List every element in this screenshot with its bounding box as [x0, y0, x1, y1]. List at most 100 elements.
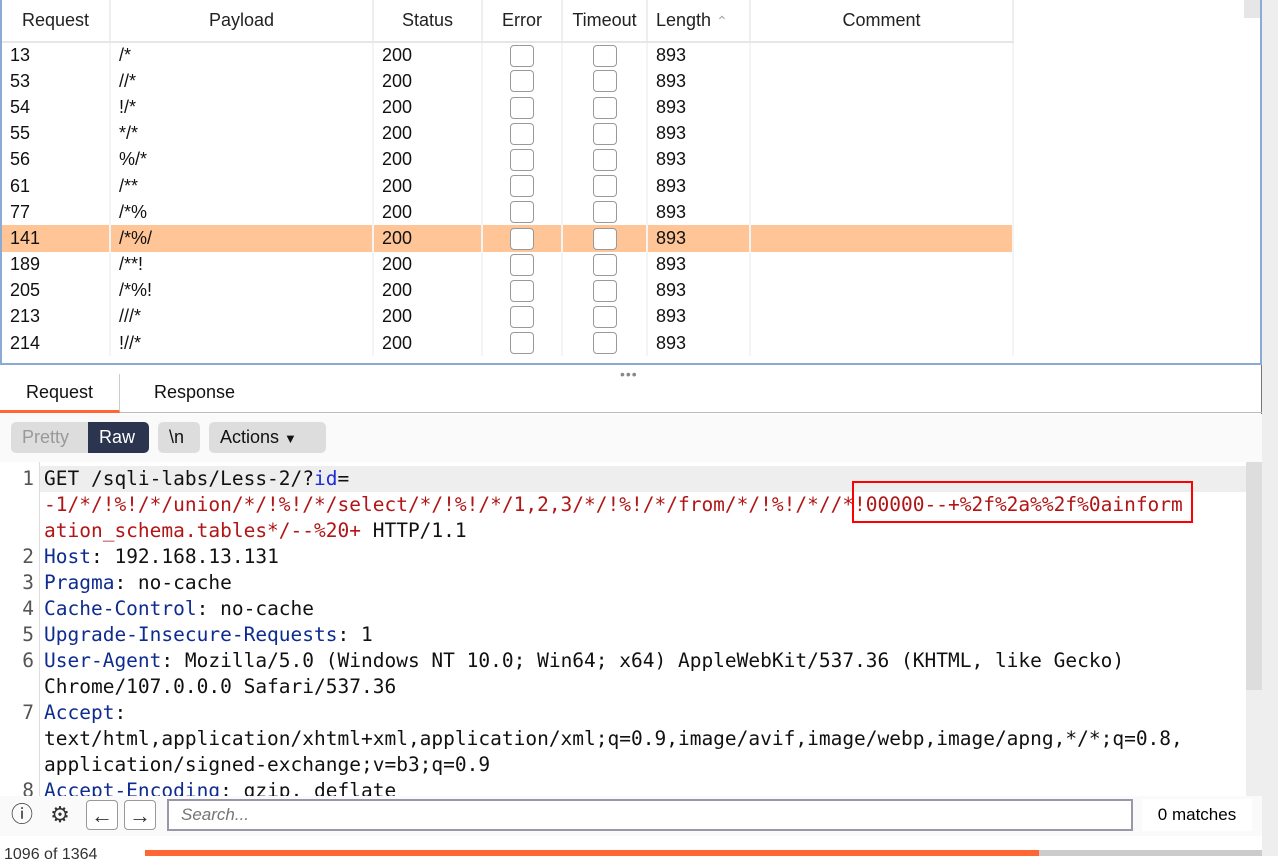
- request-line-end: ation_schema.tables*/--%20+ HTTP/1.1: [44, 518, 467, 544]
- tab-request[interactable]: Request: [0, 374, 121, 413]
- error-checkbox[interactable]: [510, 227, 534, 250]
- timeout-checkbox[interactable]: [592, 44, 617, 67]
- forward-arrow-icon[interactable]: →: [124, 800, 156, 830]
- timeout-checkbox[interactable]: [592, 96, 617, 119]
- table-row[interactable]: 77 /*% 200 893: [2, 199, 1244, 226]
- error-checkbox[interactable]: [510, 70, 534, 93]
- error-cell: [482, 199, 563, 226]
- help-icon[interactable]: ⓘ: [6, 800, 38, 830]
- error-checkbox[interactable]: [510, 122, 534, 145]
- column-header-status[interactable]: Status: [373, 0, 483, 43]
- table-row[interactable]: 213 ///* 200 893: [2, 303, 1244, 331]
- header-value: : 192.168.13.131: [90, 545, 279, 568]
- empty-cell: [1013, 225, 1244, 252]
- table-row[interactable]: 205 /*%! 200 893: [2, 277, 1244, 304]
- column-header-comment[interactable]: Comment: [750, 0, 1014, 43]
- column-header-error[interactable]: Error: [482, 0, 563, 43]
- gear-icon[interactable]: ⚙: [44, 800, 76, 830]
- error-cell: [482, 68, 563, 95]
- status-cell: 200: [373, 330, 483, 357]
- timeout-checkbox[interactable]: [592, 70, 617, 93]
- header-line: Host: 192.168.13.131: [44, 544, 279, 570]
- table-row[interactable]: 141 /*%/ 200 893: [2, 225, 1244, 252]
- timeout-checkbox[interactable]: [592, 148, 617, 171]
- editor-scrollbar-thumb[interactable]: [1246, 462, 1262, 690]
- raw-button[interactable]: Raw: [88, 422, 149, 453]
- error-checkbox[interactable]: [510, 175, 534, 198]
- column-header-request[interactable]: Request: [2, 0, 111, 43]
- comment-cell[interactable]: [750, 251, 1014, 278]
- request-cell: 77: [2, 199, 111, 226]
- timeout-cell: [562, 42, 648, 69]
- payload-cell: %/*: [110, 146, 374, 173]
- error-checkbox[interactable]: [510, 96, 534, 119]
- error-cell: [482, 172, 563, 200]
- header-value: :: [114, 701, 127, 724]
- timeout-checkbox[interactable]: [592, 253, 617, 276]
- payload-cell: /**!: [110, 251, 374, 278]
- header-line: Upgrade-Insecure-Requests: 1: [44, 622, 373, 648]
- comment-cell[interactable]: [750, 330, 1014, 357]
- timeout-cell: [562, 120, 648, 147]
- error-checkbox[interactable]: [510, 44, 534, 67]
- request-cell: 53: [2, 68, 111, 95]
- comment-cell[interactable]: [750, 68, 1014, 95]
- comment-cell[interactable]: [750, 42, 1014, 69]
- param-name: id: [314, 467, 338, 490]
- search-input[interactable]: [167, 799, 1133, 831]
- payload-cell: /*%!: [110, 277, 374, 304]
- tab-response[interactable]: Response: [128, 374, 261, 413]
- request-editor[interactable]: 1 GET /sqli-labs/Less-2/?id= -1/*/!%!/*/…: [0, 462, 1246, 796]
- param-value-end: ation_schema.tables*/--%20+: [44, 519, 361, 542]
- timeout-checkbox[interactable]: [592, 306, 617, 329]
- comment-cell[interactable]: [750, 94, 1014, 121]
- request-cell: 54: [2, 94, 111, 121]
- header-name: Accept-Encoding: [44, 779, 221, 796]
- comment-cell[interactable]: [750, 277, 1014, 304]
- timeout-checkbox[interactable]: [592, 122, 617, 145]
- error-checkbox[interactable]: [510, 332, 534, 355]
- error-checkbox[interactable]: [510, 279, 534, 302]
- comment-cell[interactable]: [750, 172, 1014, 200]
- timeout-checkbox[interactable]: [592, 227, 617, 250]
- actions-button[interactable]: Actions ▼: [209, 422, 326, 453]
- table-scrollbar[interactable]: [1244, 0, 1260, 18]
- comment-cell[interactable]: [750, 146, 1014, 173]
- back-arrow-icon[interactable]: ←: [86, 800, 118, 830]
- timeout-checkbox[interactable]: [592, 332, 617, 355]
- header-name: User-Agent: [44, 649, 162, 672]
- header-line: Accept-Encoding: gzip, deflate: [44, 778, 396, 796]
- header-value-continued: text/html,application/xhtml+xml,applicat…: [44, 727, 1183, 750]
- table-row[interactable]: 55 */* 200 893: [2, 120, 1244, 147]
- comment-cell[interactable]: [750, 120, 1014, 147]
- length-cell: 893: [647, 68, 751, 95]
- line-number: 4: [22, 597, 34, 620]
- column-header-payload[interactable]: Payload: [110, 0, 374, 43]
- comment-cell[interactable]: [750, 225, 1014, 252]
- table-row[interactable]: 189 /**! 200 893: [2, 251, 1244, 278]
- error-checkbox[interactable]: [510, 306, 534, 329]
- error-checkbox[interactable]: [510, 253, 534, 276]
- table-row[interactable]: 54 !/* 200 893: [2, 94, 1244, 121]
- pretty-button[interactable]: Pretty: [11, 422, 88, 453]
- table-row[interactable]: 13 /* 200 893: [2, 42, 1244, 69]
- table-row[interactable]: 61 /** 200 893: [2, 172, 1244, 200]
- status-cell: 200: [373, 251, 483, 278]
- column-header-timeout[interactable]: Timeout: [562, 0, 648, 43]
- length-cell: 893: [647, 42, 751, 69]
- timeout-checkbox[interactable]: [592, 279, 617, 302]
- error-checkbox[interactable]: [510, 201, 534, 224]
- comment-cell[interactable]: [750, 199, 1014, 226]
- column-header-length[interactable]: Length ⌃: [647, 0, 751, 43]
- length-cell: 893: [647, 199, 751, 226]
- timeout-checkbox[interactable]: [592, 201, 617, 224]
- table-row[interactable]: 53 //* 200 893: [2, 68, 1244, 95]
- error-checkbox[interactable]: [510, 148, 534, 171]
- comment-cell[interactable]: [750, 303, 1014, 331]
- header-line: User-Agent: Mozilla/5.0 (Windows NT 10.0…: [44, 648, 1124, 674]
- newline-toggle-button[interactable]: \n: [158, 422, 200, 453]
- table-row[interactable]: 214 !//* 200 893: [2, 330, 1244, 357]
- timeout-checkbox[interactable]: [592, 175, 617, 198]
- table-row[interactable]: 56 %/* 200 893: [2, 146, 1244, 173]
- request-cell: 141: [2, 225, 111, 252]
